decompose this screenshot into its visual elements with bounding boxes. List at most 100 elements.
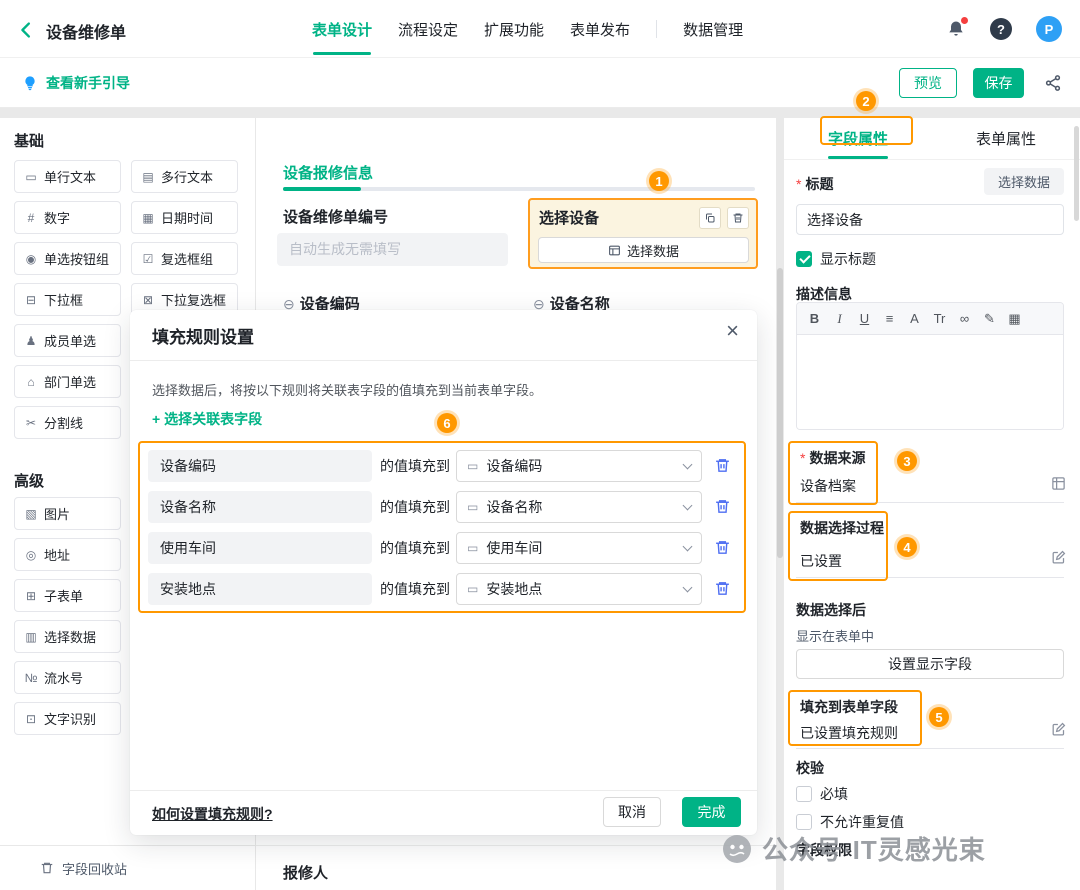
unchecked-checkbox-icon[interactable] <box>796 814 812 830</box>
serial-input[interactable]: 自动生成无需填写 <box>277 233 508 266</box>
cancel-button[interactable]: 取消 <box>603 797 661 827</box>
pencil-icon[interactable]: ✎ <box>982 311 997 327</box>
form-title: 设备维修单 <box>46 19 126 43</box>
beginner-guide-link[interactable]: 查看新手引导 <box>22 73 130 93</box>
tab-extensions[interactable]: 扩展功能 <box>484 0 544 58</box>
panel-scrollbar[interactable] <box>1074 126 1079 221</box>
tab-form-publish[interactable]: 表单发布 <box>570 0 630 58</box>
sidebar-item-number[interactable]: #数字 <box>14 201 121 234</box>
field-label: 下拉框 <box>44 290 83 309</box>
target-field-dropdown[interactable]: ▭ 设备名称 <box>456 491 702 523</box>
align-icon[interactable]: ≡ <box>882 311 897 326</box>
description-editor: B I U ≡ A Tr ∞ ✎ ▦ <box>796 302 1064 430</box>
sidebar-item-subform[interactable]: ⊞子表单 <box>14 579 121 612</box>
calendar-icon: ▦ <box>141 211 155 225</box>
select-data-label: 选择数据 <box>627 241 679 260</box>
notifications-button[interactable] <box>946 19 966 39</box>
sidebar-item-datetime[interactable]: ▦日期时间 <box>131 201 238 234</box>
delete-rule-button[interactable] <box>714 539 732 557</box>
confirm-button[interactable]: 完成 <box>682 797 741 827</box>
tab-field-properties[interactable]: 字段属性 <box>784 118 932 159</box>
delete-field-button[interactable] <box>727 207 749 229</box>
sidebar-item-image[interactable]: ▧图片 <box>14 497 121 530</box>
save-button[interactable]: 保存 <box>973 68 1024 98</box>
recycle-bin-label: 字段回收站 <box>62 859 127 878</box>
target-field-value: 使用车间 <box>486 538 676 558</box>
select-device-field[interactable]: 选择设备 选择数据 <box>528 198 758 269</box>
share-icon[interactable] <box>1044 74 1064 94</box>
edit-icon[interactable] <box>1051 722 1066 737</box>
table-picker-icon[interactable] <box>1051 476 1066 491</box>
help-button[interactable]: ? <box>990 18 1012 40</box>
edit-icon[interactable] <box>1051 550 1066 565</box>
select-process-value[interactable]: 已设置 <box>800 551 842 571</box>
tab-data-management[interactable]: 数据管理 <box>683 0 743 58</box>
top-navbar: 设备维修单 表单设计 流程设定 扩展功能 表单发布 数据管理 ? P <box>0 0 1080 58</box>
canvas-scrollbar[interactable] <box>777 268 783 558</box>
sidebar-item-ocr[interactable]: ⊡文字识别 <box>14 702 121 735</box>
sidebar-item-address[interactable]: ◎地址 <box>14 538 121 571</box>
tab-divider <box>656 20 657 38</box>
no-duplicate-checkbox-row[interactable]: 不允许重复值 <box>796 812 904 832</box>
sidebar-item-radio-group[interactable]: ◉单选按钮组 <box>14 242 121 275</box>
fill-rule-value[interactable]: 已设置填充规则 <box>800 723 898 743</box>
tab-flow-settings[interactable]: 流程设定 <box>398 0 458 58</box>
field-label: 复选框组 <box>161 249 213 268</box>
select-data-button[interactable]: 选择数据 <box>538 237 749 263</box>
description-textarea[interactable] <box>797 335 1063 430</box>
preview-button[interactable]: 预览 <box>899 68 957 98</box>
target-field-value: 设备名称 <box>486 497 676 517</box>
user-avatar[interactable]: P <box>1036 16 1062 42</box>
unchecked-checkbox-icon[interactable] <box>796 786 812 802</box>
bold-icon[interactable]: B <box>807 311 822 326</box>
required-checkbox-row[interactable]: 必填 <box>796 784 848 804</box>
font-color-icon[interactable]: A <box>907 311 922 326</box>
validation-label: 校验 <box>796 758 824 778</box>
underline-icon[interactable]: U <box>857 311 872 326</box>
ocr-icon: ⊡ <box>24 712 38 726</box>
set-display-fields-button[interactable]: 设置显示字段 <box>796 649 1064 679</box>
field-recycle-bin[interactable]: 字段回收站 <box>0 845 255 890</box>
add-related-field-link[interactable]: + 选择关联表字段 <box>152 409 262 429</box>
back-button[interactable] <box>14 17 40 43</box>
sidebar-item-checkbox-group[interactable]: ☑复选框组 <box>131 242 238 275</box>
show-title-checkbox-row[interactable]: 显示标题 <box>796 249 876 269</box>
link-icon[interactable]: ∞ <box>957 311 972 326</box>
checked-checkbox-icon[interactable] <box>796 251 812 267</box>
field-label: 图片 <box>44 504 70 523</box>
sidebar-item-select[interactable]: ⊟下拉框 <box>14 283 121 316</box>
source-field: 使用车间 <box>148 532 372 564</box>
select-process-label: 数据选择过程 <box>800 518 884 538</box>
delete-rule-button[interactable] <box>714 580 732 598</box>
data-source-label: *数据来源 <box>800 448 865 468</box>
data-source-value[interactable]: 设备档案 <box>800 476 856 496</box>
sidebar-item-multi-line-text[interactable]: ▤多行文本 <box>131 160 238 193</box>
field-permission-label: 字段权限 <box>796 840 852 860</box>
italic-icon[interactable]: I <box>832 311 847 327</box>
sidebar-item-single-line-text[interactable]: ▭单行文本 <box>14 160 121 193</box>
copy-field-button[interactable] <box>699 207 721 229</box>
field-label: 下拉复选框 <box>161 290 226 309</box>
font-style-icon[interactable]: Tr <box>932 311 947 326</box>
sidebar-item-department-single[interactable]: ⌂部门单选 <box>14 365 121 398</box>
modal-title: 填充规则设置 <box>152 323 254 348</box>
help-link[interactable]: 如何设置填充规则? <box>152 804 273 824</box>
target-field-dropdown[interactable]: ▭ 设备编码 <box>456 450 702 482</box>
close-icon[interactable]: × <box>726 320 739 342</box>
delete-rule-button[interactable] <box>714 498 732 516</box>
tab-form-design[interactable]: 表单设计 <box>312 0 372 58</box>
single-line-text-icon: ▭ <box>467 459 478 473</box>
delete-rule-button[interactable] <box>714 457 732 475</box>
target-field-dropdown[interactable]: ▭ 安装地点 <box>456 573 702 605</box>
sidebar-item-divider[interactable]: ✂分割线 <box>14 406 121 439</box>
title-select-data-button[interactable]: 选择数据 <box>984 168 1064 195</box>
tab-form-properties[interactable]: 表单属性 <box>932 118 1080 159</box>
sidebar-item-serial-number[interactable]: №流水号 <box>14 661 121 694</box>
title-input[interactable] <box>796 204 1064 235</box>
insert-image-icon[interactable]: ▦ <box>1007 311 1022 327</box>
sidebar-item-member-single[interactable]: ♟成员单选 <box>14 324 121 357</box>
secondary-toolbar: 查看新手引导 预览 保存 <box>0 58 1080 108</box>
sidebar-item-select-data[interactable]: ▥选择数据 <box>14 620 121 653</box>
target-field-dropdown[interactable]: ▭ 使用车间 <box>456 532 702 564</box>
fill-rule-row: 使用车间 的值填充到 ▭ 使用车间 <box>130 532 757 564</box>
